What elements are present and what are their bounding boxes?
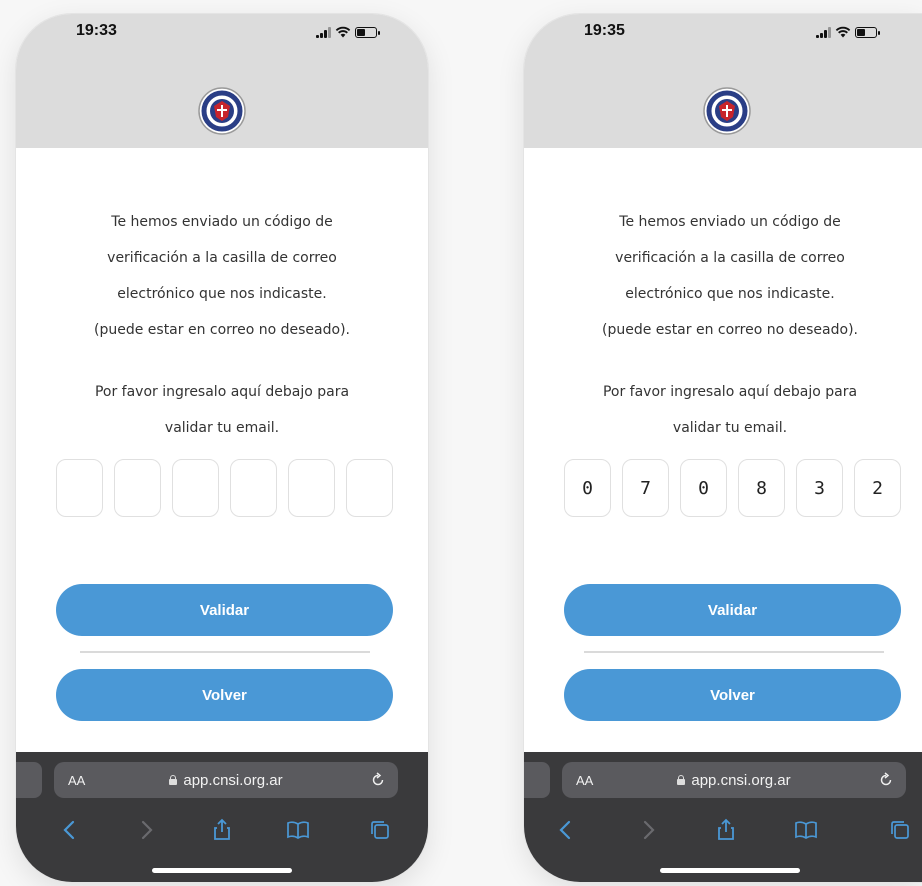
app-header: 19:33 xyxy=(16,14,428,148)
verification-code-input: 0 7 0 8 3 2 xyxy=(564,459,901,517)
signal-icon xyxy=(316,26,331,38)
browser-toolbar: AA app.cnsi.org.ar xyxy=(524,752,922,882)
code-digit-box[interactable]: 2 xyxy=(854,459,901,517)
previous-tab[interactable] xyxy=(16,762,42,798)
message-line: validar tu email. xyxy=(164,420,280,436)
bookmarks-icon[interactable] xyxy=(286,818,310,842)
message-line: verificación a la casilla de correo xyxy=(615,250,845,266)
browser-nav xyxy=(524,818,922,848)
message-line: (puede estar en correo no deseado). xyxy=(602,322,858,338)
share-icon[interactable] xyxy=(714,818,738,842)
status-icons xyxy=(316,26,380,38)
validate-button[interactable]: Validar xyxy=(56,584,393,636)
message-line: electrónico que nos indicaste. xyxy=(117,286,327,302)
home-indicator xyxy=(152,868,292,873)
code-digit-box[interactable]: 0 xyxy=(680,459,727,517)
validate-button[interactable]: Validar xyxy=(564,584,901,636)
status-time: 19:35 xyxy=(584,22,625,39)
code-digit-box[interactable] xyxy=(346,459,393,517)
browser-nav xyxy=(16,818,428,848)
status-icons xyxy=(816,26,880,38)
tabs-icon[interactable] xyxy=(368,818,392,842)
back-button[interactable]: Volver xyxy=(56,669,393,721)
reload-icon[interactable] xyxy=(370,772,386,788)
code-digit-box[interactable] xyxy=(288,459,335,517)
lock-icon xyxy=(169,775,178,785)
message-line: (puede estar en correo no deseado). xyxy=(94,322,350,338)
back-button[interactable]: Volver xyxy=(564,669,901,721)
code-digit-box[interactable] xyxy=(172,459,219,517)
code-digit-box[interactable]: 8 xyxy=(738,459,785,517)
back-icon[interactable] xyxy=(554,818,578,842)
share-icon[interactable] xyxy=(210,818,234,842)
battery-icon xyxy=(855,26,880,38)
address-bar[interactable]: AA app.cnsi.org.ar xyxy=(54,762,398,798)
club-logo xyxy=(198,87,246,135)
home-indicator xyxy=(660,868,800,873)
wifi-icon xyxy=(335,26,351,38)
address-bar[interactable]: AA app.cnsi.org.ar xyxy=(562,762,906,798)
reload-icon[interactable] xyxy=(878,772,894,788)
phone-screen-empty: 19:33 Te hemos enviado un código de veri… xyxy=(16,14,428,882)
message-line: Por favor ingresalo aquí debajo para xyxy=(94,384,350,400)
message-line: Te hemos enviado un código de xyxy=(111,214,333,230)
instructions-text: Te hemos enviado un código de verificaci… xyxy=(16,204,428,446)
divider xyxy=(80,651,370,653)
lock-icon xyxy=(677,775,686,785)
code-digit-box[interactable] xyxy=(114,459,161,517)
forward-icon[interactable] xyxy=(134,818,158,842)
browser-toolbar: AA app.cnsi.org.ar xyxy=(16,752,428,882)
forward-icon[interactable] xyxy=(636,818,660,842)
code-digit-box[interactable] xyxy=(230,459,277,517)
message-line: electrónico que nos indicaste. xyxy=(625,286,835,302)
code-digit-box[interactable]: 0 xyxy=(564,459,611,517)
phone-screen-filled: 19:35 Te hemos enviado un código de veri… xyxy=(524,14,922,882)
battery-icon xyxy=(355,26,380,38)
code-digit-box[interactable] xyxy=(56,459,103,517)
message-line: Por favor ingresalo aquí debajo para xyxy=(602,384,858,400)
previous-tab[interactable] xyxy=(524,762,550,798)
signal-icon xyxy=(816,26,831,38)
message-line: validar tu email. xyxy=(672,420,788,436)
bookmarks-icon[interactable] xyxy=(794,818,818,842)
instructions-text: Te hemos enviado un código de verificaci… xyxy=(524,204,922,446)
status-time: 19:33 xyxy=(76,22,117,39)
back-icon[interactable] xyxy=(58,818,82,842)
verification-code-input xyxy=(56,459,393,517)
wifi-icon xyxy=(835,26,851,38)
club-logo xyxy=(703,87,751,135)
app-header: 19:35 xyxy=(524,14,922,148)
url-text: app.cnsi.org.ar xyxy=(183,771,283,789)
code-digit-box[interactable]: 7 xyxy=(622,459,669,517)
divider xyxy=(584,651,884,653)
message-line: Te hemos enviado un código de xyxy=(619,214,841,230)
url-text: app.cnsi.org.ar xyxy=(691,771,791,789)
code-digit-box[interactable]: 3 xyxy=(796,459,843,517)
tabs-icon[interactable] xyxy=(888,818,912,842)
message-line: verificación a la casilla de correo xyxy=(107,250,337,266)
